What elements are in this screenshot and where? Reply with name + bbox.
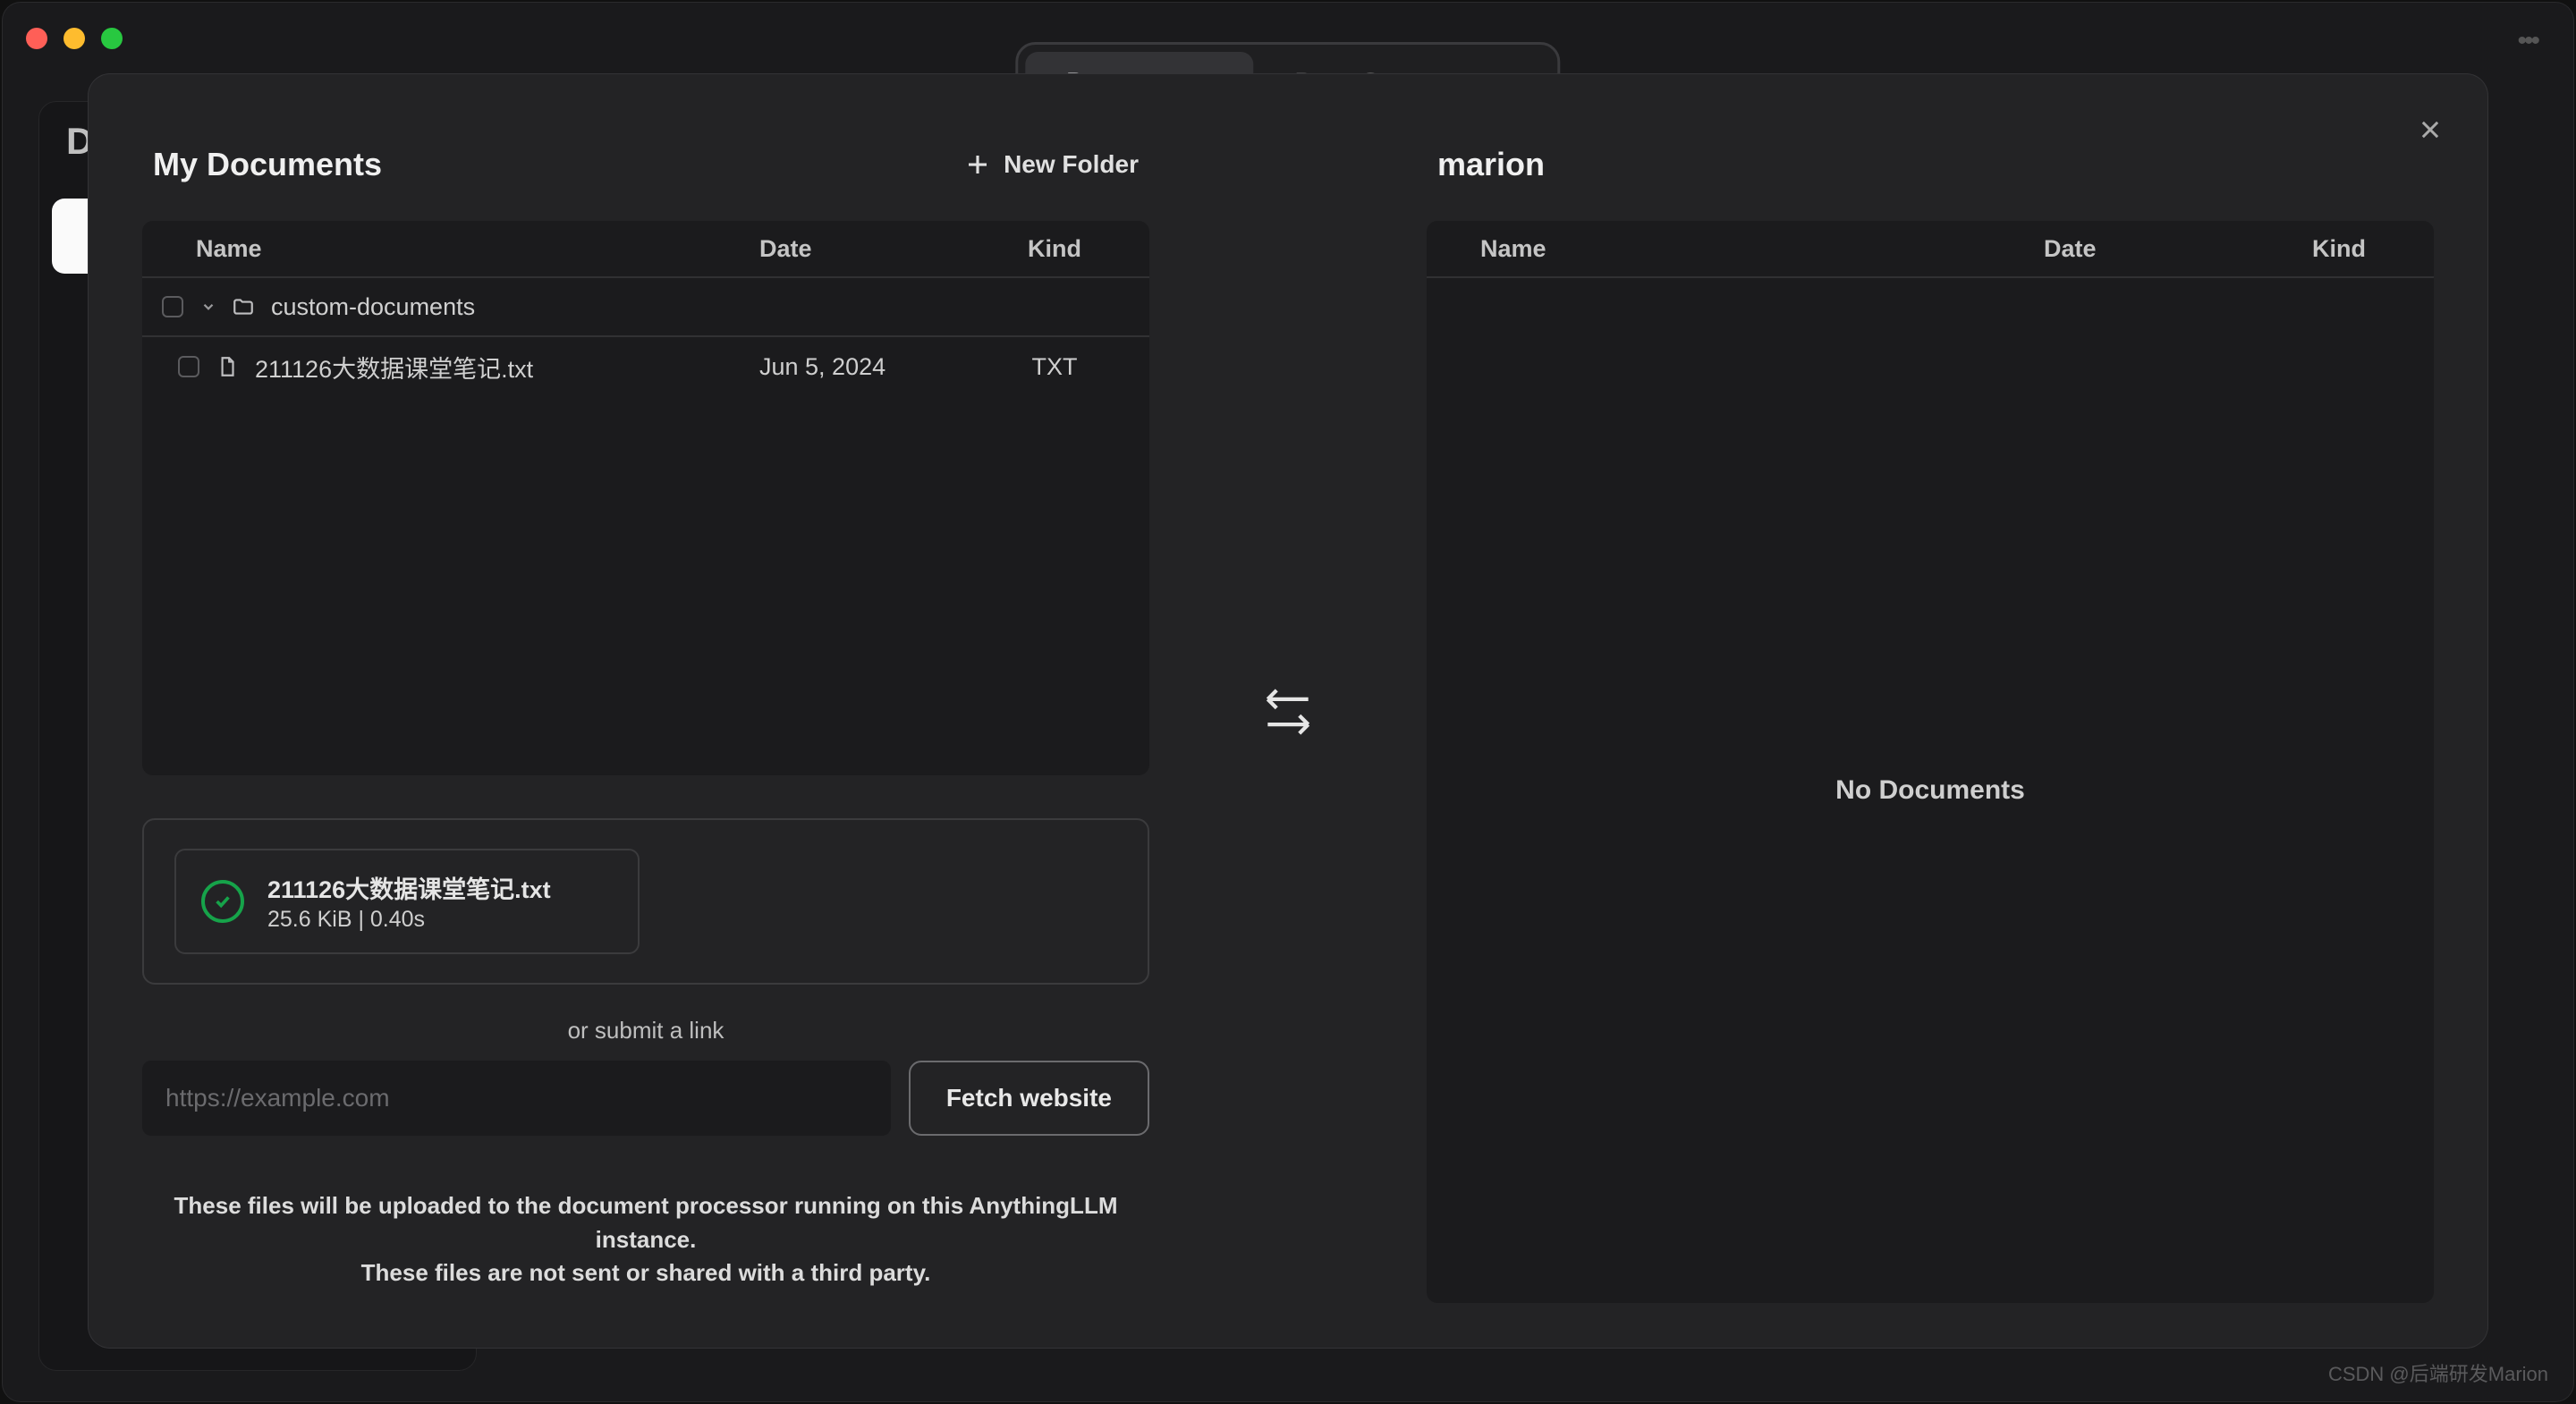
window-zoom-button[interactable]	[101, 28, 123, 49]
app-window: ••• D Documents Data Connectors My Docum…	[3, 3, 2573, 1401]
uploaded-file-chip: 211126大数据课堂笔记.txt 25.6 KiB | 0.40s	[174, 849, 640, 954]
row-checkbox[interactable]	[178, 356, 199, 377]
column-kind: Kind	[2267, 235, 2411, 263]
column-name: Name	[196, 235, 759, 263]
window-minimize-button[interactable]	[64, 28, 85, 49]
upload-disclaimer: These files will be uploaded to the docu…	[142, 1189, 1149, 1290]
my-documents-panel: My Documents New Folder Name Date Kind	[142, 124, 1149, 1303]
table-body: custom-documents 211126大数据课堂笔记.txt Jun 5…	[142, 278, 1149, 775]
upload-dropzone[interactable]: 211126大数据课堂笔记.txt 25.6 KiB | 0.40s	[142, 818, 1149, 985]
fetch-website-button[interactable]: Fetch website	[909, 1061, 1149, 1136]
folder-name: custom-documents	[271, 293, 759, 321]
transfer-arrows-icon[interactable]	[1258, 681, 1318, 748]
transfer-column	[1149, 124, 1427, 1303]
file-name: 211126大数据课堂笔记.txt	[255, 350, 759, 385]
close-icon	[2418, 117, 2443, 142]
new-folder-label: New Folder	[1004, 150, 1139, 179]
watermark: CSDN @后端研发Marion	[2328, 1358, 2548, 1387]
window-more-icon: •••	[2517, 26, 2538, 56]
table-header: Name Date Kind	[142, 221, 1149, 278]
new-folder-button[interactable]: New Folder	[964, 150, 1139, 179]
workspace-table: Name Date Kind No Documents	[1427, 221, 2434, 1303]
file-icon	[214, 353, 241, 380]
window-controls	[26, 28, 123, 49]
uploaded-file-name: 211126大数据课堂笔记.txt	[267, 870, 551, 905]
window-close-button[interactable]	[26, 28, 47, 49]
link-row: Fetch website	[142, 1061, 1149, 1136]
check-circle-icon	[201, 880, 244, 923]
modal-body: My Documents New Folder Name Date Kind	[142, 124, 2434, 1303]
folder-icon	[230, 293, 257, 320]
empty-state-label: No Documents	[1427, 278, 2434, 1303]
documents-modal: My Documents New Folder Name Date Kind	[89, 74, 2487, 1348]
column-date: Date	[759, 235, 983, 263]
row-checkbox[interactable]	[162, 296, 183, 317]
link-url-input[interactable]	[142, 1061, 891, 1136]
my-documents-header: My Documents New Folder	[142, 124, 1149, 205]
column-name: Name	[1480, 235, 2044, 263]
workspace-header: marion	[1427, 124, 2434, 205]
column-date: Date	[2044, 235, 2267, 263]
uploaded-file-meta: 25.6 KiB | 0.40s	[267, 907, 551, 933]
my-documents-table: Name Date Kind cus	[142, 221, 1149, 775]
workspace-panel: marion Name Date Kind No Documents	[1427, 124, 2434, 1303]
close-button[interactable]	[2409, 108, 2452, 151]
plus-icon	[964, 151, 991, 178]
file-kind: TXT	[983, 353, 1126, 381]
file-row[interactable]: 211126大数据课堂笔记.txt Jun 5, 2024 TXT	[142, 337, 1149, 396]
chevron-down-icon[interactable]	[198, 296, 219, 317]
file-date: Jun 5, 2024	[759, 353, 983, 381]
table-header: Name Date Kind	[1427, 221, 2434, 278]
table-body: No Documents	[1427, 278, 2434, 1303]
workspace-title: marion	[1437, 146, 1545, 183]
or-submit-link-label: or submit a link	[142, 1017, 1149, 1045]
column-kind: Kind	[983, 235, 1126, 263]
my-documents-title: My Documents	[153, 146, 382, 183]
folder-row[interactable]: custom-documents	[142, 278, 1149, 337]
